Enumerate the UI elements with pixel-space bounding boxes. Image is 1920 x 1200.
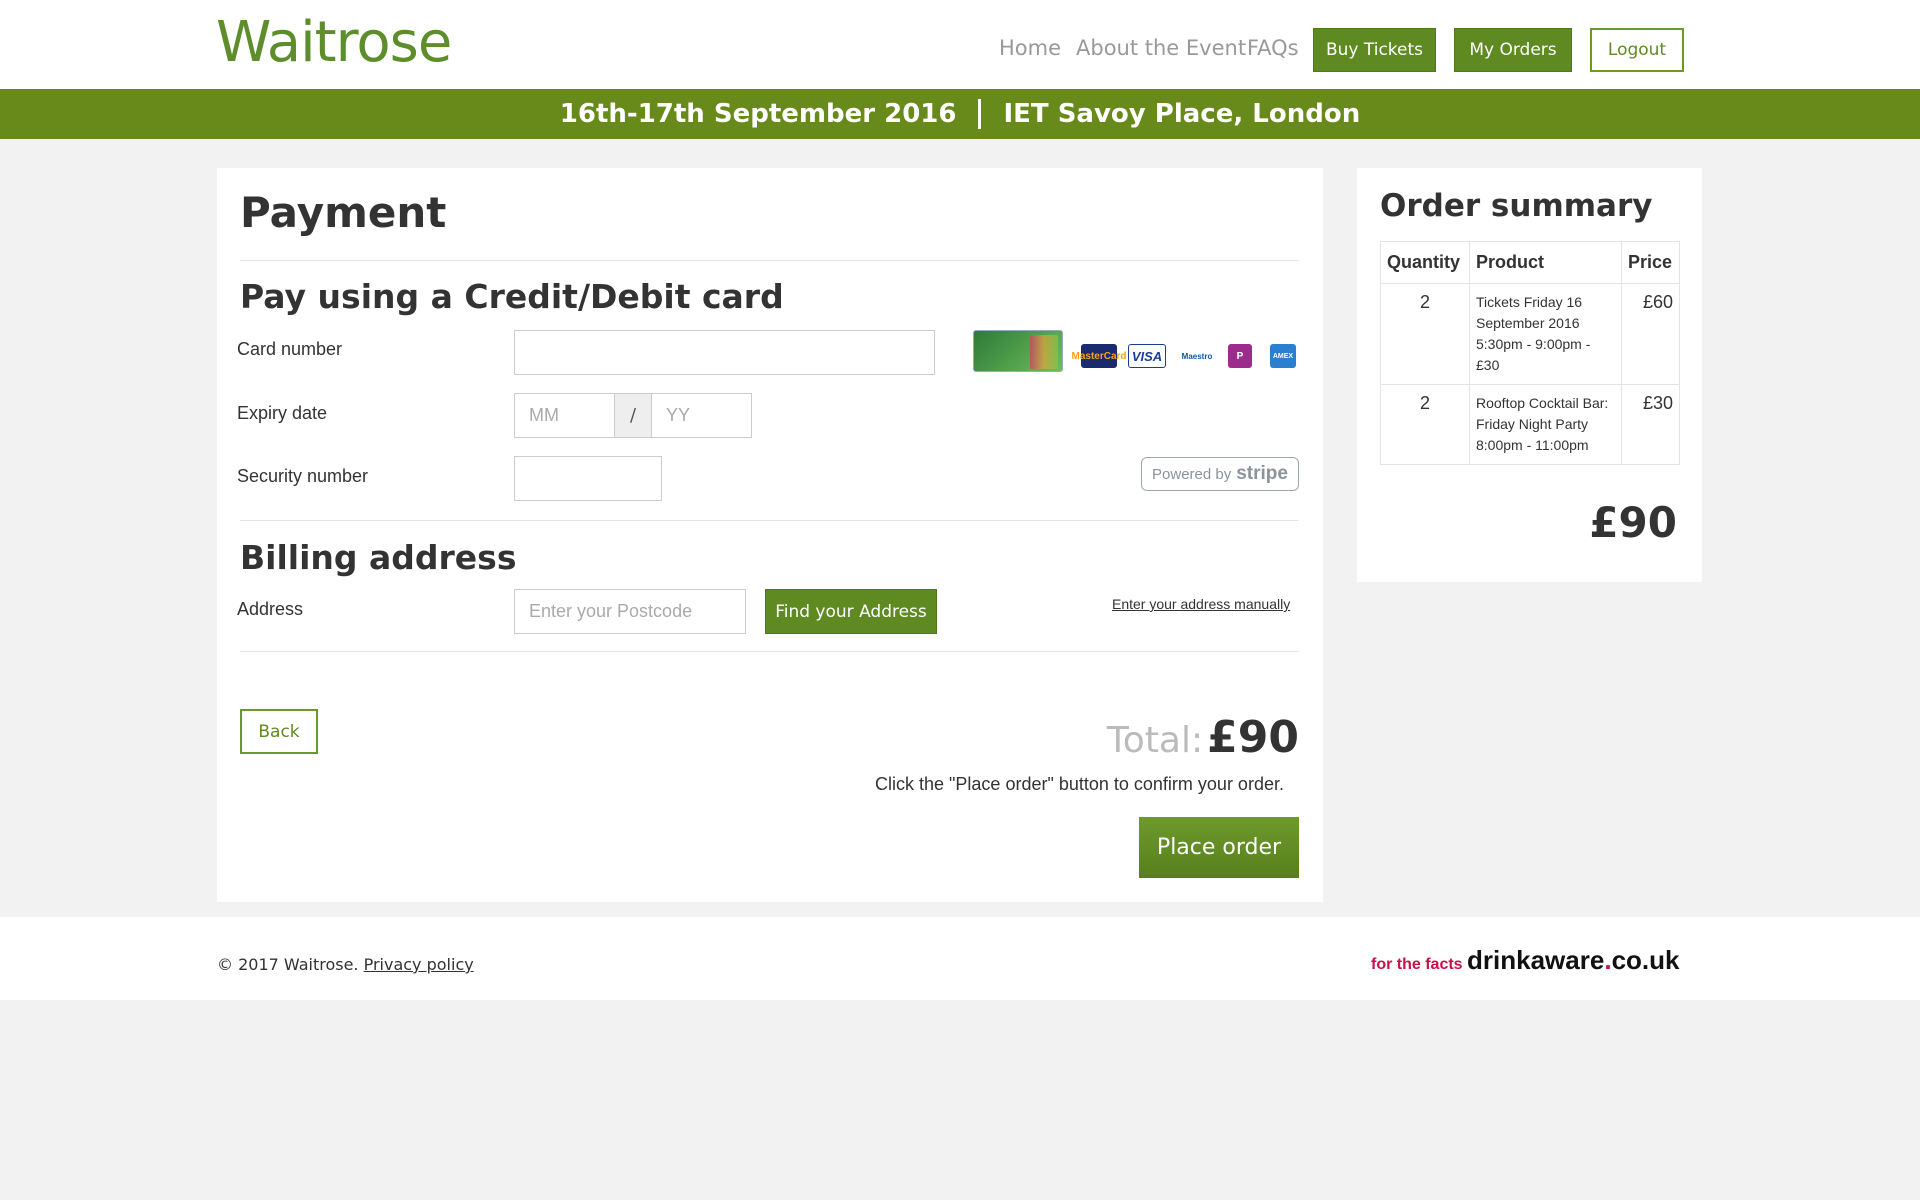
- banner-divider: [978, 99, 982, 129]
- divider: [240, 520, 1299, 521]
- back-button[interactable]: Back: [240, 709, 318, 754]
- divider: [240, 651, 1299, 652]
- table-row: 2 Tickets Friday 16 September 2016 5:30p…: [1380, 283, 1680, 385]
- expiry-separator: /: [615, 393, 651, 438]
- event-banner: 16th-17th September 2016 IET Savoy Place…: [0, 89, 1920, 139]
- security-number-label: Security number: [237, 466, 369, 486]
- row-price: £60: [1621, 283, 1680, 385]
- buy-tickets-button[interactable]: Buy Tickets: [1313, 28, 1436, 72]
- address-label: Address: [237, 599, 304, 619]
- maestro-icon: Maestro: [1179, 344, 1215, 368]
- privacy-policy-link[interactable]: Privacy policy: [364, 955, 474, 974]
- order-summary-title: Order summary: [1380, 188, 1653, 224]
- table-header-row: Quantity Product Price: [1380, 241, 1680, 284]
- total-value: £90: [1207, 712, 1299, 763]
- summary-total: £90: [1589, 498, 1677, 547]
- row-product: Tickets Friday 16 September 2016 5:30pm …: [1469, 283, 1622, 385]
- column-header-product: Product: [1469, 241, 1622, 284]
- amex-icon: AMEX: [1270, 344, 1296, 368]
- event-dates: 16th-17th September 2016: [559, 99, 957, 129]
- stripe-logo: stripe: [1236, 463, 1288, 484]
- copyright-text: © 2017 Waitrose.: [217, 955, 359, 974]
- stripe-prefix: Powered by: [1152, 465, 1232, 483]
- powered-by-stripe-badge[interactable]: Powered by stripe: [1141, 457, 1299, 491]
- confirm-instructions: Click the "Place order" button to confir…: [875, 774, 1284, 794]
- drinkaware-tagline: for the facts: [1371, 956, 1463, 973]
- total-label: Total:: [1106, 720, 1204, 761]
- billing-section-title: Billing address: [240, 538, 517, 577]
- order-summary-table: Quantity Product Price 2 Tickets Friday …: [1380, 241, 1680, 465]
- drinkaware-tld: co.uk: [1611, 945, 1680, 975]
- card-icon: P: [1228, 344, 1252, 368]
- event-venue: IET Savoy Place, London: [1003, 99, 1361, 129]
- mastercard-icon: MasterCard: [1071, 344, 1127, 368]
- find-address-button[interactable]: Find your Address: [765, 589, 937, 634]
- order-total: Total:£90: [1107, 712, 1299, 763]
- my-orders-button[interactable]: My Orders: [1454, 28, 1572, 72]
- copyright: © 2017 Waitrose. Privacy policy: [217, 955, 474, 974]
- divider: [240, 260, 1299, 261]
- card-number-input[interactable]: [514, 330, 935, 375]
- security-number-input[interactable]: [514, 456, 662, 501]
- column-header-price: Price: [1621, 241, 1680, 284]
- nav-home[interactable]: Home: [999, 36, 1061, 60]
- column-header-quantity: Quantity: [1380, 241, 1470, 284]
- place-order-button[interactable]: Place order: [1139, 817, 1299, 878]
- footer: © 2017 Waitrose. Privacy policy for the …: [0, 917, 1920, 1000]
- nav-about-event[interactable]: About the Event: [1076, 36, 1246, 60]
- page-title: Payment: [240, 188, 447, 237]
- expiry-month-input[interactable]: MM: [514, 393, 615, 438]
- card-number-label: Card number: [237, 339, 343, 359]
- partnership-card-icon: [973, 330, 1063, 372]
- expiry-date-label: Expiry date: [237, 403, 328, 423]
- row-price: £30: [1621, 384, 1680, 465]
- logout-button[interactable]: Logout: [1590, 28, 1684, 72]
- row-quantity: 2: [1380, 384, 1470, 465]
- waitrose-logo[interactable]: Waitrose: [216, 10, 452, 75]
- card-section-title: Pay using a Credit/Debit card: [240, 277, 784, 316]
- drinkaware-dot: .: [1604, 945, 1612, 975]
- drinkaware-name: drinkaware: [1467, 945, 1605, 975]
- table-row: 2 Rooftop Cocktail Bar: Friday Night Par…: [1380, 384, 1680, 465]
- manual-address-link[interactable]: Enter your address manually: [1112, 596, 1290, 612]
- row-product: Rooftop Cocktail Bar: Friday Night Party…: [1469, 384, 1622, 465]
- nav-faqs[interactable]: FAQs: [1247, 36, 1299, 60]
- header: Waitrose Home About the Event FAQs Buy T…: [0, 0, 1920, 89]
- drinkaware-logo[interactable]: for the facts drinkaware.co.uk: [1371, 945, 1679, 976]
- postcode-input[interactable]: Enter your Postcode: [514, 589, 746, 634]
- visa-icon: VISA: [1128, 344, 1166, 368]
- row-quantity: 2: [1380, 283, 1470, 385]
- expiry-year-input[interactable]: YY: [651, 393, 752, 438]
